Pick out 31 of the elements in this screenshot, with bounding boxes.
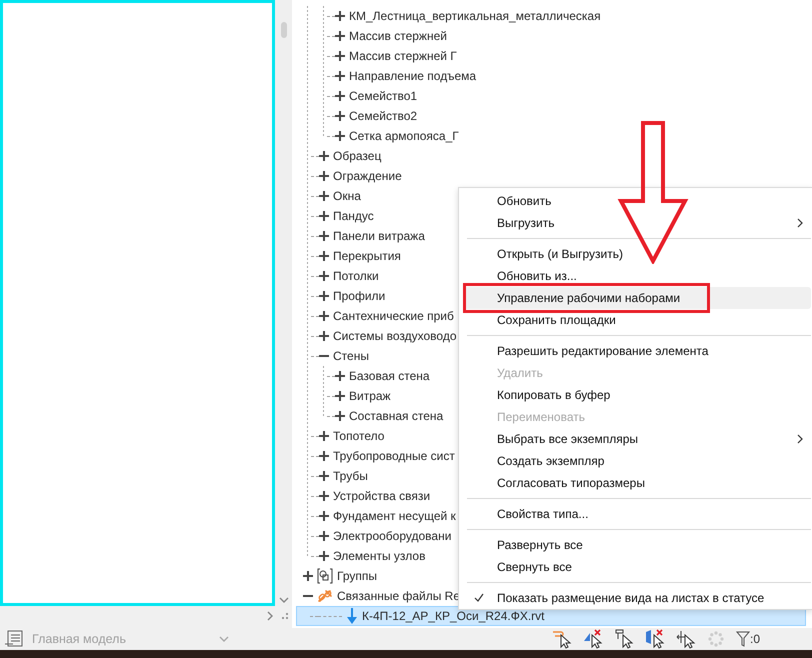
- tree-item-label: Массив стержней Г: [349, 49, 457, 63]
- tree-item-label: Потолки: [333, 269, 379, 283]
- tree-item-label: Перекрытия: [333, 249, 401, 263]
- tree-item-label: КМ_Лестница_вертикальная_металлическая: [349, 9, 601, 23]
- tree-item-label: Пандус: [333, 209, 374, 223]
- tree-item-label: Устройства связи: [333, 489, 430, 503]
- tree-item-label: Составная стена: [349, 409, 444, 423]
- tree-item-label: Витраж: [349, 389, 391, 403]
- tree-item-label: Сетка армопояса_Г: [349, 129, 459, 143]
- tree-item-label: Базовая стена: [349, 369, 430, 383]
- tree-item-label: Группы: [337, 569, 377, 583]
- tree-item-label: Электрооборудовани: [333, 529, 452, 543]
- tree-item-label: Трубы: [333, 469, 368, 483]
- tree-item-label: Семейство1: [349, 89, 418, 103]
- tree-item-label: Трубопроводные сист: [333, 449, 455, 463]
- tree-item-label: Ограждение: [333, 169, 402, 183]
- tree-item-label: Сантехнические приб: [333, 309, 454, 323]
- tree-item-label: Системы воздуховодо: [333, 329, 456, 343]
- tree-item-label: Профили: [333, 289, 386, 303]
- tree-item-label: Семейство2: [349, 109, 418, 123]
- tree-item-label: Образец: [333, 149, 382, 163]
- tree-item-label: Направление подъема: [349, 69, 476, 83]
- tree-item-label: К-4П-12_АР_КР_Оси_R24.ФХ.rvt: [362, 609, 545, 623]
- tree-item-label: Окна: [333, 189, 361, 203]
- filter-count: :0: [750, 632, 760, 646]
- tree-item-label: Панели витража: [333, 229, 425, 243]
- tree-item-label: Массив стержней: [349, 29, 447, 43]
- tree-item-label: Топотело: [333, 429, 384, 443]
- tree-item-label: Фундамент несущей к: [333, 509, 456, 523]
- tree-item-label: Стены: [333, 349, 369, 363]
- tree-item-label: Элементы узлов: [333, 549, 426, 563]
